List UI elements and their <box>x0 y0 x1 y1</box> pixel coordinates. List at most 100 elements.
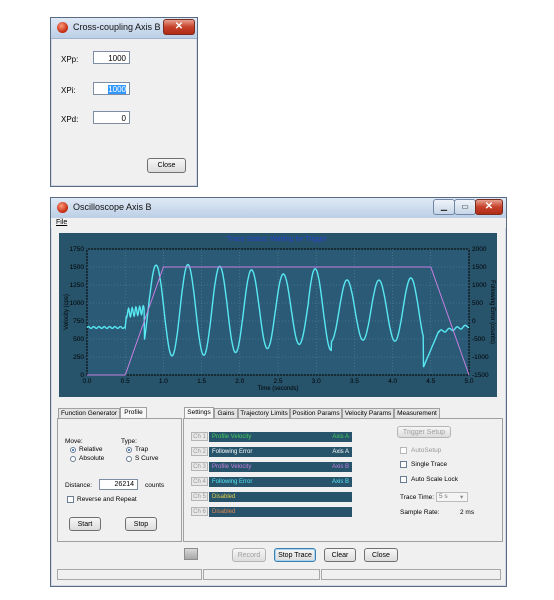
s-curve-radio[interactable] <box>126 456 132 462</box>
channel-6-bar[interactable]: Disabled <box>209 507 352 517</box>
channel-1-bar[interactable]: Profile Velocity Axis A <box>209 432 352 442</box>
autosetup-label: AutoSetup <box>411 447 442 454</box>
status-cell-3 <box>321 569 501 580</box>
minimize-icon[interactable]: ▁ <box>433 199 455 215</box>
y-tick-label: 750 <box>73 318 84 325</box>
channel-2-bar[interactable]: Following Error Axis A <box>209 447 352 457</box>
y-tick-label: 1500 <box>70 264 85 271</box>
close-icon[interactable]: ✕ <box>163 19 195 35</box>
x-tick-label: 3.5 <box>350 378 359 385</box>
type-label: Type: <box>121 438 137 445</box>
tab-trajectory-limits[interactable]: Trajectory Limits <box>238 408 290 418</box>
tab-function-generator[interactable]: Function Generator <box>58 408 120 418</box>
y-tick-label: 1750 <box>70 246 85 253</box>
trace-time-label: Trace Time: <box>400 494 435 501</box>
trap-radio[interactable] <box>126 447 132 453</box>
channel-4-label: Ch 4 <box>191 477 208 486</box>
xpd-input[interactable]: 0 <box>93 111 130 124</box>
y-tick-label: 500 <box>73 336 84 343</box>
app-icon <box>57 202 68 213</box>
trigger-setup-button[interactable]: Trigger Setup <box>397 426 451 438</box>
stop-button[interactable]: Stop <box>125 517 157 531</box>
xpp-input[interactable]: 1000 <box>93 51 130 64</box>
single-trace-checkbox[interactable] <box>400 461 407 468</box>
xpi-input[interactable]: 1000 <box>93 82 130 95</box>
auto-scale-lock-checkbox[interactable] <box>400 476 407 483</box>
status-cell-1 <box>57 569 202 580</box>
y2-tick-label: 2000 <box>472 246 487 253</box>
channel-5-label: Ch 5 <box>191 492 208 501</box>
oscilloscope-window: Oscilloscope Axis B ▁ ▭ ✕ File 0.0 0.5 1.0… <box>50 197 507 587</box>
channel-6-name: Disabled <box>212 509 236 515</box>
trace-time-select[interactable]: 5 s ▾ <box>436 492 468 502</box>
dialog-title: Cross-coupling Axis B <box>73 22 161 32</box>
tab-position-params[interactable]: Position Params <box>290 408 342 418</box>
distance-input[interactable]: 26214 <box>99 479 138 490</box>
x-tick-label: 1.0 <box>159 378 168 385</box>
y2-tick-label: -1500 <box>472 372 489 379</box>
xpp-label: XPp: <box>61 55 79 64</box>
y2-tick-label: -500 <box>472 336 485 343</box>
x-tick-label: 5.0 <box>464 378 473 385</box>
channel-5-name: Disabled <box>212 494 236 500</box>
y-tick-label: 1000 <box>70 300 85 307</box>
absolute-radio[interactable] <box>70 456 76 462</box>
profile-panel: Move: Relative Absolute Type: Trap S Cur… <box>57 418 182 542</box>
channel-4-name: Following Error <box>212 479 253 485</box>
channel-3-label: Ch 3 <box>191 462 208 471</box>
channel-5-bar[interactable]: Disabled <box>209 492 352 502</box>
start-button[interactable]: Start <box>69 517 101 531</box>
channel-3-name: Profile Velocity <box>212 464 252 470</box>
trace-status: Trace Status: Waiting for Trigger <box>227 236 328 243</box>
x-tick-label: 0.0 <box>82 378 91 385</box>
distance-label: Distance: <box>65 482 93 489</box>
clear-button[interactable]: Clear <box>324 548 356 562</box>
channel-1-axis: Axis A <box>332 434 349 440</box>
reverse-repeat-checkbox[interactable] <box>67 496 74 503</box>
stop-trace-button[interactable]: Stop Trace <box>274 548 316 562</box>
record-button[interactable]: Record <box>232 548 266 562</box>
cross-coupling-dialog: Cross-coupling Axis B ✕ XPp: 1000 XPi: 1… <box>50 17 198 187</box>
scope-close-button[interactable]: Close <box>364 548 398 562</box>
channel-1-name: Profile Velocity <box>212 434 252 440</box>
y2-tick-label: 500 <box>472 300 483 307</box>
channel-3-bar[interactable]: Profile Velocity Axis B <box>209 462 352 472</box>
maximize-icon[interactable]: ▭ <box>454 199 476 215</box>
oscilloscope-chart: 0.0 0.5 1.0 1.5 2.0 2.5 3.0 3.5 4.0 4.5 5.0 1750 150… <box>64 246 495 392</box>
y2-tick-label: -1000 <box>472 354 489 361</box>
xpi-label: XPi: <box>61 86 76 95</box>
y2-tick-label: 0 <box>472 318 476 325</box>
x-tick-label: 0.5 <box>121 378 130 385</box>
tab-profile[interactable]: Profile <box>120 407 147 418</box>
trace-time-value: 5 s <box>439 493 448 500</box>
tab-settings[interactable]: Settings <box>184 407 214 418</box>
autosetup-checkbox[interactable] <box>400 447 407 454</box>
single-trace-label: Single Trace <box>411 461 448 468</box>
channel-4-bar[interactable]: Following Error Axis B <box>209 477 352 487</box>
trap-label: Trap <box>135 446 149 453</box>
channel-1-label: Ch 1 <box>191 432 208 441</box>
x-tick-label: 1.5 <box>197 378 206 385</box>
relative-radio[interactable] <box>70 447 76 453</box>
menu-bar: File <box>51 218 506 228</box>
y2-axis-label: Following Error (counts) <box>489 280 495 344</box>
x-tick-label: 2.5 <box>273 378 282 385</box>
xpi-input-value: 1000 <box>108 85 126 94</box>
y-tick-label: 250 <box>73 354 84 361</box>
channel-2-axis: Axis A <box>332 449 349 455</box>
scope-titlebar: Oscilloscope Axis B ▁ ▭ ✕ <box>51 198 506 219</box>
close-icon[interactable]: ✕ <box>475 199 503 215</box>
xpd-label: XPd: <box>61 115 79 124</box>
dialog-close-button[interactable]: Close <box>147 158 186 173</box>
tab-gains[interactable]: Gains <box>214 408 238 418</box>
relative-label: Relative <box>79 446 103 453</box>
reverse-repeat-label: Reverse and Repeat <box>77 496 137 503</box>
x-axis-label: Time (seconds) <box>257 386 298 392</box>
tab-measurement[interactable]: Measurement <box>394 408 440 418</box>
plot-area: 0.0 0.5 1.0 1.5 2.0 2.5 3.0 3.5 4.0 4.5 5.0 1750 150… <box>59 233 497 397</box>
tab-velocity-params[interactable]: Velocity Params <box>342 408 394 418</box>
y2-tick-label: 1500 <box>472 264 487 271</box>
camera-icon[interactable] <box>184 548 198 560</box>
x-tick-label: 4.0 <box>388 378 397 385</box>
menu-file[interactable]: File <box>56 219 67 226</box>
